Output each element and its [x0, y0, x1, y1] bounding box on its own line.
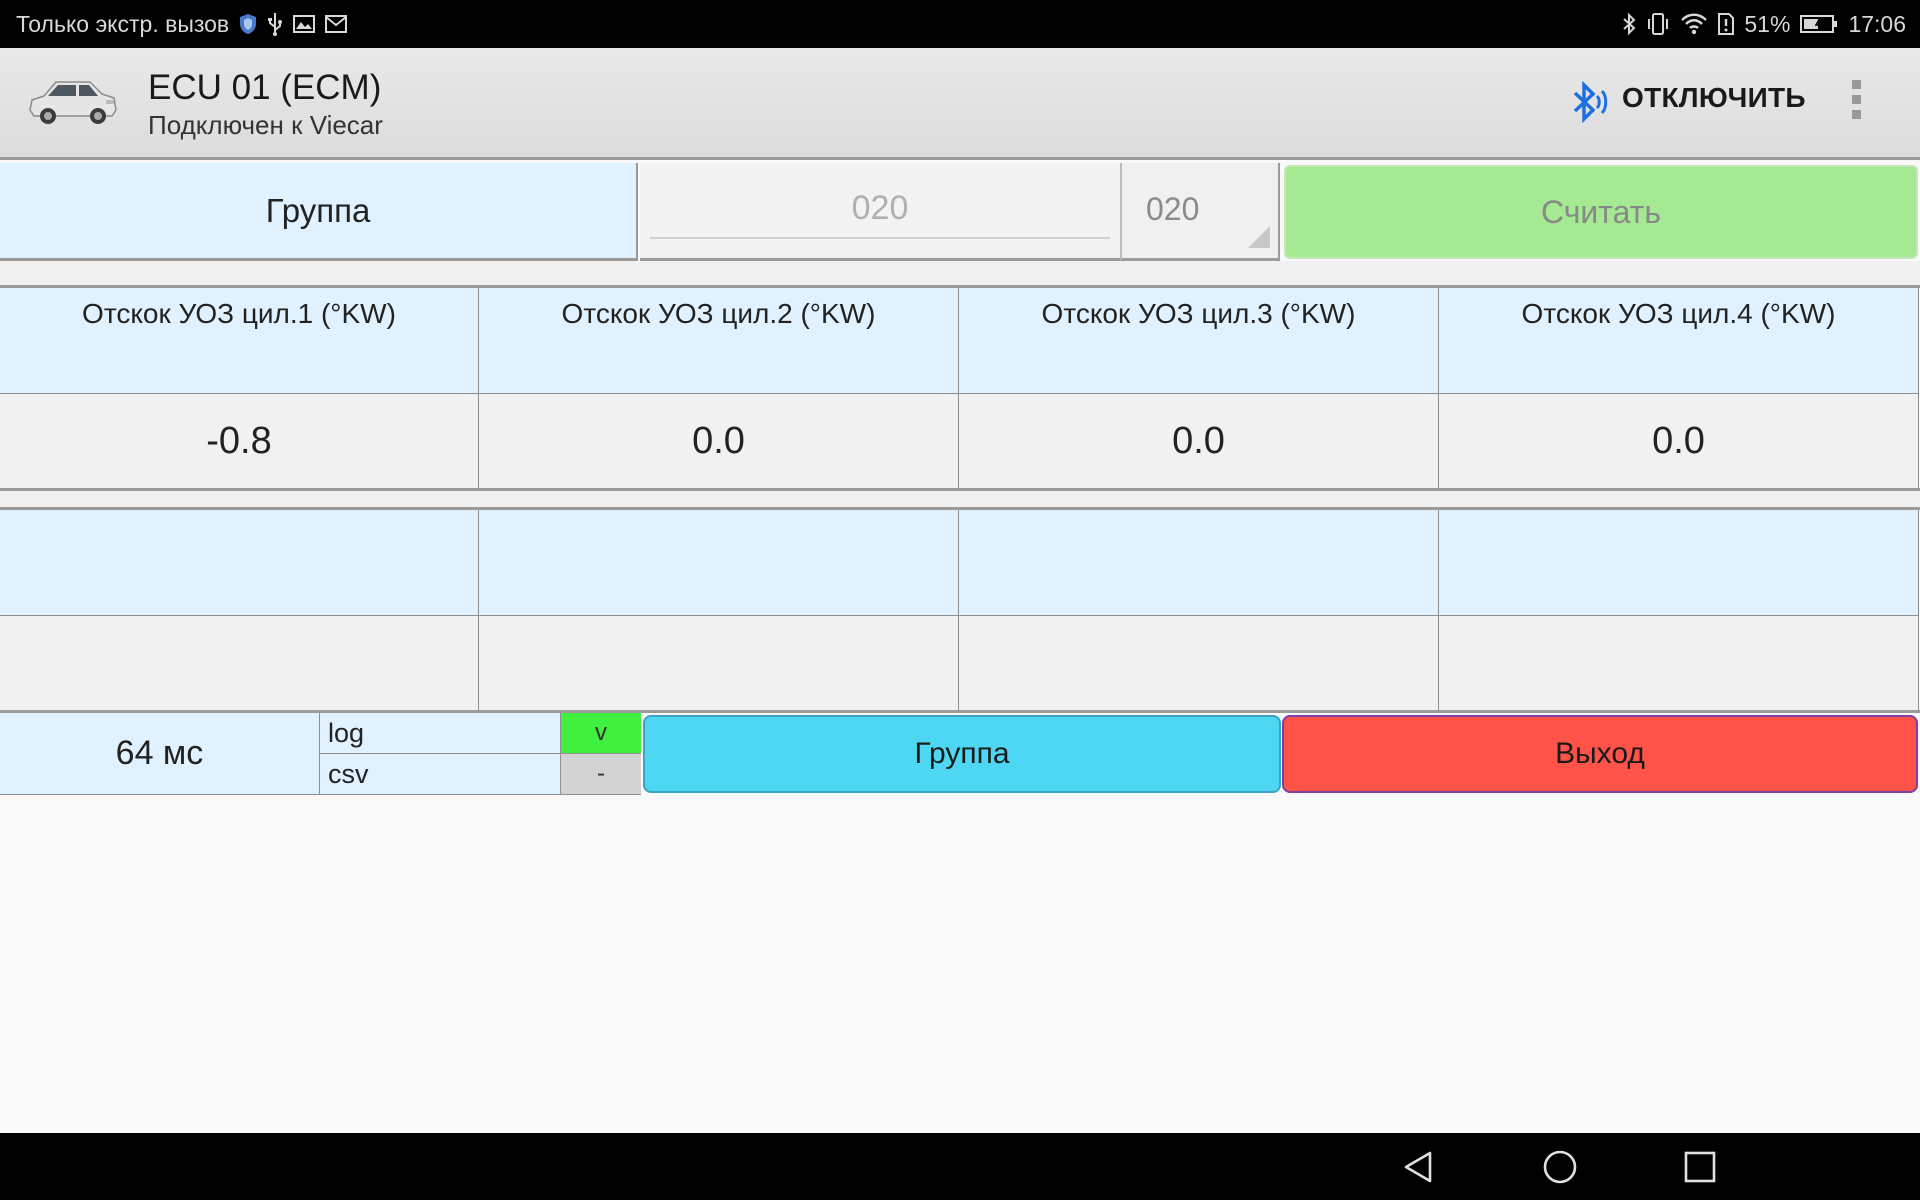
measurement-header: Отскок УОЗ цил.3 (°KW)	[959, 288, 1439, 394]
value-row: -0.8 0.0 0.0 0.0	[0, 394, 1920, 490]
car-icon	[29, 81, 117, 124]
overflow-menu-icon[interactable]	[1846, 80, 1866, 130]
wifi-icon	[1680, 12, 1708, 36]
page-title: ECU 01 (ECM)	[148, 68, 382, 107]
group-label: Группа	[0, 163, 638, 261]
measurement-value	[1439, 616, 1919, 712]
clock: 17:06	[1848, 10, 1906, 37]
group-button[interactable]: Группа	[643, 715, 1281, 793]
measurement-value: 0.0	[479, 394, 959, 490]
recents-icon[interactable]	[1680, 1147, 1720, 1187]
status-bar: Только экстр. вызов 51% 17:06	[0, 0, 1920, 48]
measurement-header	[1439, 510, 1919, 616]
measurement-header	[0, 510, 479, 616]
measurement-header	[479, 510, 959, 616]
group-input-container	[640, 163, 1120, 261]
carrier-text: Только экстр. вызов	[16, 10, 230, 37]
sim-alert-icon	[1718, 12, 1735, 36]
measurement-header: Отскок УОЗ цил.1 (°KW)	[0, 288, 479, 394]
refresh-rate: 64 мс	[0, 713, 320, 795]
home-icon[interactable]	[1540, 1147, 1580, 1187]
usb-icon	[267, 12, 283, 36]
separator	[0, 488, 1920, 507]
dropdown-arrow-icon	[1248, 226, 1270, 248]
csv-label: csv	[320, 754, 561, 795]
bluetooth-icon	[1622, 12, 1636, 36]
group-dropdown[interactable]: 020	[1120, 163, 1280, 261]
measurement-value: 0.0	[1439, 394, 1919, 490]
measurement-header: Отскок УОЗ цил.2 (°KW)	[479, 288, 959, 394]
measurement-value	[959, 616, 1439, 712]
vibrate-icon	[1646, 12, 1670, 36]
navigation-bar	[0, 1133, 1920, 1200]
header-row: Отскок УОЗ цил.1 (°KW) Отскок УОЗ цил.2 …	[0, 288, 1920, 394]
measurement-value	[0, 616, 479, 712]
mail-icon	[325, 12, 348, 36]
measurement-header: Отскок УОЗ цил.4 (°KW)	[1439, 288, 1919, 394]
measurement-grid-2	[0, 507, 1920, 712]
bluetooth-icon[interactable]	[1565, 78, 1613, 126]
exit-button[interactable]: Выход	[1282, 715, 1918, 793]
separator	[0, 261, 1920, 285]
status-bar-left: Только экстр. вызов	[16, 10, 348, 38]
measurement-grid: Отскок УОЗ цил.1 (°KW) Отскок УОЗ цил.2 …	[0, 285, 1920, 490]
measurement-value	[479, 616, 959, 712]
value-row	[0, 616, 1920, 712]
connection-status: Подключен к Viecar	[148, 110, 383, 140]
app-bar: ECU 01 (ECM) Подключен к Viecar ОТКЛЮЧИТ…	[0, 48, 1920, 160]
header-row	[0, 510, 1920, 616]
disconnect-button[interactable]: ОТКЛЮЧИТЬ	[1622, 82, 1806, 114]
back-icon[interactable]	[1400, 1147, 1440, 1187]
status-bar-right: 51% 17:06	[1622, 11, 1906, 38]
log-label: log	[320, 713, 561, 754]
measurement-value: -0.8	[0, 394, 479, 490]
group-number-input[interactable]	[650, 179, 1110, 239]
read-button[interactable]: Считать	[1284, 165, 1918, 259]
log-toggle[interactable]: v	[561, 713, 641, 754]
group-dropdown-value: 020	[1146, 191, 1200, 227]
group-selector-row: Группа 020 Считать	[0, 163, 1920, 261]
bottom-controls: 64 мс log v csv - Группа Выход	[0, 710, 1920, 795]
shield-icon	[239, 12, 257, 36]
csv-toggle[interactable]: -	[561, 754, 641, 795]
battery-percent: 51%	[1744, 10, 1791, 37]
measurement-value: 0.0	[959, 394, 1439, 490]
measurement-header	[959, 510, 1439, 616]
battery-icon	[1800, 12, 1838, 36]
image-icon	[293, 12, 316, 36]
